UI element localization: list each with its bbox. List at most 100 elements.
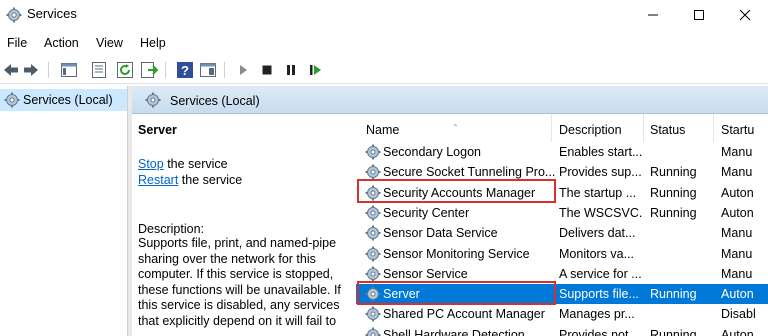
start-service-icon[interactable] <box>234 61 252 79</box>
pause-service-icon[interactable] <box>282 61 300 79</box>
column-header-description[interactable]: Description <box>559 123 622 137</box>
service-name-cell: Sensor Monitoring Service <box>383 246 530 261</box>
sort-indicator-icon: ⌃ <box>452 123 459 132</box>
description-label: Description: <box>138 222 204 236</box>
service-name-cell: Shell Hardware Detection <box>383 327 525 336</box>
properties-icon[interactable] <box>90 61 108 79</box>
column-header-row: ⌃ Name Description Status Startu <box>356 114 768 142</box>
restart-suffix: the service <box>178 173 243 187</box>
service-startup-cell: Manu <box>721 246 753 261</box>
stop-line: Stop the service <box>138 157 228 171</box>
pane-header-title: Services (Local) <box>170 94 260 108</box>
service-startup-cell: Manu <box>721 266 753 281</box>
service-startup-cell: Auton <box>721 327 754 336</box>
service-description-cell: The startup ... <box>559 185 637 200</box>
service-startup-cell: Auton <box>721 185 754 200</box>
description-text: Supports file, print, and named-pipe sha… <box>138 236 341 328</box>
column-divider[interactable] <box>551 114 552 142</box>
menu-bar: File Action View Help <box>0 32 768 54</box>
menu-action[interactable]: Action <box>44 36 79 50</box>
maximize-button[interactable] <box>676 0 722 30</box>
service-description-cell: Monitors va... <box>559 246 635 261</box>
service-row[interactable]: Sensor Monitoring Service Monitors va... M… <box>356 244 768 264</box>
tree-item-label: Services (Local) <box>23 93 113 107</box>
services-gear-icon <box>145 92 161 108</box>
restart-line: Restart the service <box>138 173 242 187</box>
service-status-cell: Running <box>650 185 697 200</box>
service-status-cell: Running <box>650 205 697 220</box>
toolbar-separator <box>48 62 49 78</box>
title-bar: Services <box>0 0 768 30</box>
service-gear-icon <box>365 327 381 336</box>
service-row[interactable]: Shell Hardware Detection Provides not... R… <box>356 325 768 336</box>
show-hide-pane-icon[interactable] <box>199 61 217 79</box>
refresh-icon[interactable] <box>116 61 134 79</box>
service-name-cell: Sensor Service <box>383 266 468 281</box>
export-list-icon[interactable] <box>140 61 158 79</box>
service-gear-icon <box>365 225 381 241</box>
service-gear-icon <box>365 164 381 180</box>
console-tree-icon[interactable] <box>60 61 78 79</box>
forward-arrow-icon[interactable] <box>22 61 40 79</box>
service-status-cell: Running <box>650 165 697 180</box>
service-row[interactable]: Security Center The WSCSVC... Running Auton <box>356 203 768 223</box>
restart-service-link[interactable]: Restart <box>138 173 178 187</box>
service-description-cell: Provides sup... <box>559 165 642 180</box>
service-startup-cell: Auton <box>721 287 754 302</box>
column-header-startup[interactable]: Startu <box>721 123 754 137</box>
stop-service-icon[interactable] <box>258 61 276 79</box>
service-startup-cell: Disabl <box>721 307 756 322</box>
service-status-cell: Running <box>650 327 697 336</box>
column-header-name[interactable]: Name <box>366 123 399 137</box>
console-tree: Services (Local) <box>0 86 128 336</box>
service-gear-icon <box>365 144 381 160</box>
column-divider[interactable] <box>643 114 644 142</box>
column-divider[interactable] <box>713 114 714 142</box>
service-gear-icon <box>365 246 381 261</box>
service-description-cell: The WSCSVC... <box>559 205 643 220</box>
service-detail-panel: Server Stop the service Restart the serv… <box>132 114 354 336</box>
highlight-box-server <box>357 281 556 305</box>
help-icon[interactable]: ? <box>176 61 194 79</box>
service-description-cell: A service for ... <box>559 266 642 281</box>
service-startup-cell: Manu <box>721 226 753 241</box>
window-title: Services <box>27 6 77 21</box>
menu-help[interactable]: Help <box>140 36 166 50</box>
toolbar: ? <box>0 56 768 84</box>
service-name-cell: Sensor Data Service <box>383 226 498 241</box>
highlight-box-security-accounts-manager <box>357 179 556 203</box>
service-startup-cell: Manu <box>721 165 753 180</box>
service-gear-icon <box>365 306 381 322</box>
services-gear-icon <box>6 7 22 23</box>
tree-item-services-local[interactable]: Services (Local) <box>0 89 127 111</box>
services-gear-icon <box>4 92 20 108</box>
service-status-cell: Running <box>650 287 697 302</box>
service-row[interactable]: Shared PC Account Manager Manages pr... Di… <box>356 304 768 324</box>
service-description-cell: Enables start... <box>559 145 643 159</box>
service-name-cell: Security Center <box>383 205 470 220</box>
pane-header: Services (Local) <box>132 86 768 114</box>
service-gear-icon <box>365 205 381 221</box>
column-header-status[interactable]: Status <box>650 123 685 137</box>
stop-service-link[interactable]: Stop <box>138 157 164 171</box>
svg-text:?: ? <box>181 63 189 78</box>
stop-suffix: the service <box>163 157 228 171</box>
back-arrow-icon[interactable] <box>2 61 20 79</box>
toolbar-separator <box>165 62 166 78</box>
menu-file[interactable]: File <box>7 36 27 50</box>
menu-view[interactable]: View <box>96 36 123 50</box>
service-row[interactable]: Sensor Data Service Delivers dat... Manu <box>356 223 768 243</box>
restart-service-icon[interactable] <box>306 61 324 79</box>
close-button[interactable] <box>722 0 768 30</box>
minimize-button[interactable] <box>630 0 676 30</box>
service-row[interactable]: Secondary Logon Enables start... Manu <box>356 142 768 162</box>
service-description-cell: Supports file... <box>559 287 639 302</box>
minimize-icon <box>648 14 658 16</box>
service-description-cell: Manages pr... <box>559 307 635 322</box>
service-gear-icon <box>365 266 381 282</box>
selected-service-name: Server <box>138 123 177 137</box>
maximize-icon <box>694 10 704 20</box>
service-startup-cell: Manu <box>721 145 753 159</box>
service-startup-cell: Auton <box>721 205 754 220</box>
service-name-cell: Secure Socket Tunneling Pro... <box>383 165 556 180</box>
